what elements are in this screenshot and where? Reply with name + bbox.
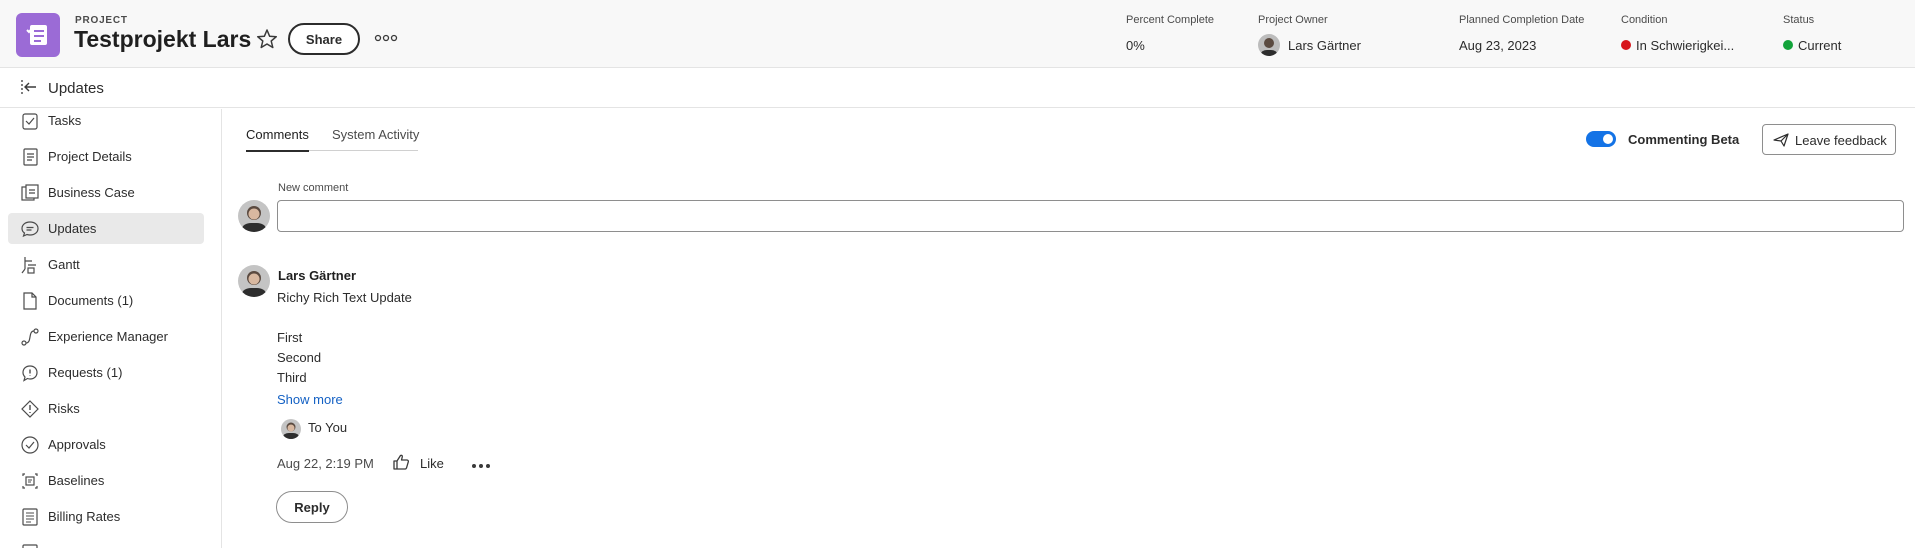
collapse-sidebar-icon[interactable] xyxy=(20,78,38,96)
feedback-label: Leave feedback xyxy=(1795,133,1887,148)
sidebar-item-experience-manager[interactable]: Experience Manager xyxy=(8,321,204,352)
send-icon xyxy=(1773,133,1789,147)
list-icon xyxy=(22,543,38,548)
sidebar-item-label: Project Details xyxy=(48,149,132,164)
status-value: Current xyxy=(1798,37,1842,53)
document-icon xyxy=(23,291,37,310)
sidebar-item-documents[interactable]: Documents (1) xyxy=(8,285,204,316)
condition[interactable]: Condition In Schwierigkei... xyxy=(1621,14,1734,53)
sidebar-item-label: Gantt xyxy=(48,257,80,272)
status-dot-icon xyxy=(1783,40,1793,50)
gantt-icon xyxy=(21,256,36,274)
sidebar-item-updates[interactable]: Updates xyxy=(8,213,204,244)
sidebar-item-business-case[interactable]: Business Case xyxy=(8,177,204,208)
details-icon xyxy=(23,147,38,166)
project-icon xyxy=(16,13,60,57)
approval-icon xyxy=(21,435,39,454)
updates-icon xyxy=(21,220,39,237)
toggle-knob xyxy=(1603,134,1613,144)
sidebar-item-label: Baselines xyxy=(48,473,105,488)
baseline-icon xyxy=(22,472,38,489)
avatar xyxy=(1258,34,1280,56)
sidebar-nav: Tasks Project Details Business Case Upda… xyxy=(0,109,222,548)
sidebar-item-tasks[interactable]: Tasks xyxy=(8,109,204,136)
sidebar-item-label: Tasks xyxy=(48,113,82,128)
risk-icon xyxy=(21,399,39,418)
comment-line: Third xyxy=(277,370,307,385)
thumbs-up-icon[interactable] xyxy=(392,453,410,471)
comment-more-icon[interactable] xyxy=(471,458,491,468)
sidebar-item-risks[interactable]: Risks xyxy=(8,393,204,424)
experience-manager-icon xyxy=(21,327,39,346)
recipient-avatar xyxy=(281,419,301,439)
sidebar-item-baselines[interactable]: Baselines xyxy=(8,465,204,496)
sidebar-item-label: Risks xyxy=(48,401,80,416)
leave-feedback-button[interactable]: Leave feedback xyxy=(1762,124,1896,155)
comment-line: First xyxy=(277,330,303,345)
more-options-icon[interactable] xyxy=(374,31,398,45)
commenting-beta-label: Commenting Beta xyxy=(1628,132,1740,147)
requests-icon xyxy=(22,364,38,382)
tasks-icon xyxy=(22,112,38,130)
new-comment-input[interactable] xyxy=(277,200,1904,232)
condition-dot-icon xyxy=(1621,40,1631,50)
recipient-prefix: To xyxy=(308,420,322,435)
owner-name: Lars Gärtner xyxy=(1288,37,1361,53)
sidebar-item-project-details[interactable]: Project Details xyxy=(8,141,204,172)
section-title: Updates xyxy=(48,80,104,97)
status[interactable]: Status Current xyxy=(1783,14,1841,53)
project-kicker: PROJECT xyxy=(75,15,128,26)
reply-button[interactable]: Reply xyxy=(276,491,348,523)
section-header: Updates xyxy=(0,69,1915,108)
sidebar-item-gantt[interactable]: Gantt xyxy=(8,249,204,280)
page-title: Testprojekt Lars xyxy=(74,26,252,52)
comment-timestamp: Aug 22, 2:19 PM xyxy=(277,456,374,471)
sidebar-item-label: Billing Rates xyxy=(48,509,121,524)
favorite-star-icon[interactable] xyxy=(256,28,278,50)
active-tab-indicator xyxy=(246,150,309,152)
sidebar-item-partial xyxy=(8,537,204,548)
project-header: PROJECT Testprojekt Lars Share Percent C… xyxy=(0,0,1915,68)
recipient-name: You xyxy=(325,420,348,435)
sidebar-item-label: Requests (1) xyxy=(48,365,123,380)
sidebar-item-label: Business Case xyxy=(48,185,135,200)
sidebar-item-approvals[interactable]: Approvals xyxy=(8,429,204,460)
tab-system-activity[interactable]: System Activity xyxy=(332,127,419,142)
current-user-avatar xyxy=(238,200,270,232)
tab-comments[interactable]: Comments xyxy=(246,127,309,142)
comment-author-avatar[interactable] xyxy=(238,265,270,297)
comment-author[interactable]: Lars Gärtner xyxy=(278,268,356,283)
share-button[interactable]: Share xyxy=(288,23,360,55)
project-owner[interactable]: Project Owner Lars Gärtner xyxy=(1258,14,1361,56)
recipient-line: To You xyxy=(308,420,347,435)
show-more-link[interactable]: Show more xyxy=(277,392,343,407)
sidebar-item-billing-rates[interactable]: Billing Rates xyxy=(8,501,204,532)
condition-value: In Schwierigkei... xyxy=(1636,37,1735,53)
new-comment-label: New comment xyxy=(278,182,349,194)
sidebar-item-label: Documents (1) xyxy=(48,293,134,308)
percent-complete: Percent Complete 0% xyxy=(1126,14,1215,53)
sidebar-item-label: Approvals xyxy=(48,437,106,452)
sidebar-item-label: Experience Manager xyxy=(48,329,168,344)
planned-completion-date: Planned Completion Date Aug 23, 2023 xyxy=(1459,14,1585,53)
comment-title: Richy Rich Text Update xyxy=(277,290,412,305)
comment-line: Second xyxy=(277,350,322,365)
business-case-icon xyxy=(21,183,39,201)
sidebar-item-requests[interactable]: Requests (1) xyxy=(8,357,204,388)
sidebar-item-label: Updates xyxy=(48,221,97,236)
commenting-beta-toggle[interactable] xyxy=(1586,131,1616,147)
like-button[interactable]: Like xyxy=(420,456,444,471)
billing-icon xyxy=(22,507,38,526)
